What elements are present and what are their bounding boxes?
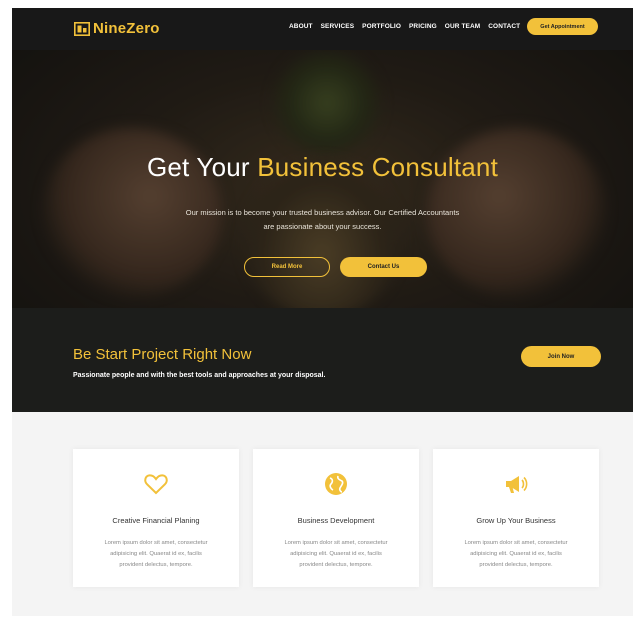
globe-icon [325,473,347,495]
nav-item-pricing[interactable]: PRICING [409,23,437,30]
feature-text-line: provident delectus, tempore. [299,562,373,568]
hero-title-plain: Get Your [146,152,258,182]
get-appointment-button[interactable]: Get Appointment [527,18,598,35]
hero-subtitle: Our mission is to become your trusted bu… [167,206,478,234]
feature-text-line: adipisicing elit. Quaerat id ex, facilis [290,551,382,557]
logo-icon [74,21,90,36]
feature-text-line: adipisicing elit. Quaerat id ex, facilis [470,551,562,557]
feature-title: Business Development [297,516,375,525]
feature-card: Business Development Lorem ipsum dolor s… [253,449,419,587]
feature-description: Lorem ipsum dolor sit amet, consectetur … [447,538,585,571]
feature-card: Grow Up Your Business Lorem ipsum dolor … [433,449,599,587]
megaphone-icon [506,476,528,493]
top-navbar: NineZero ABOUT SERVICES PORTFOLIO PRICIN… [12,8,633,50]
brand-name: NineZero [93,20,160,37]
hero-section: NineZero ABOUT SERVICES PORTFOLIO PRICIN… [12,8,633,308]
contact-us-button[interactable]: Contact Us [340,257,427,277]
read-more-button[interactable]: Read More [244,257,330,277]
hero-title: Get Your Business Consultant [12,152,633,183]
feature-text-line: adipisicing elit. Quaerat id ex, facilis [110,551,202,557]
feature-title: Creative Financial Planing [112,516,200,525]
features-section: Creative Financial Planing Lorem ipsum d… [12,412,633,616]
website-screenshot: NineZero ABOUT SERVICES PORTFOLIO PRICIN… [12,8,633,616]
nav-item-contact[interactable]: CONTACT [488,23,520,30]
nav-item-portfolio[interactable]: PORTFOLIO [362,23,401,30]
nav-item-about[interactable]: ABOUT [289,23,313,30]
feature-text-line: Lorem ipsum dolor sit amet, consectetur [284,540,388,546]
feature-text-line: provident delectus, tempore. [479,562,553,568]
brand-logo[interactable]: NineZero [74,20,160,37]
nav-item-services[interactable]: SERVICES [321,23,355,30]
hero-title-highlight: Business Consultant [257,152,499,182]
band-title: Be Start Project Right Now [73,346,252,363]
main-menu: ABOUT SERVICES PORTFOLIO PRICING OUR TEA… [289,23,528,30]
join-now-button[interactable]: Join Now [521,346,601,367]
feature-description: Lorem ipsum dolor sit amet, consectetur … [267,538,405,571]
heart-icon [144,474,168,495]
feature-title: Grow Up Your Business [476,516,556,525]
hero-subtitle-line-1: Our mission is to become your trusted bu… [185,208,460,217]
hero-subtitle-line-2: are passionate about your success. [263,222,382,231]
feature-text-line: Lorem ipsum dolor sit amet, consectetur [104,540,208,546]
nav-item-our-team[interactable]: OUR TEAM [445,23,480,30]
feature-text-line: provident delectus, tempore. [119,562,193,568]
feature-card: Creative Financial Planing Lorem ipsum d… [73,449,239,587]
band-subtitle: Passionate people and with the best tool… [73,372,326,379]
feature-text-line: Lorem ipsum dolor sit amet, consectetur [464,540,568,546]
feature-description: Lorem ipsum dolor sit amet, consectetur … [87,538,225,571]
